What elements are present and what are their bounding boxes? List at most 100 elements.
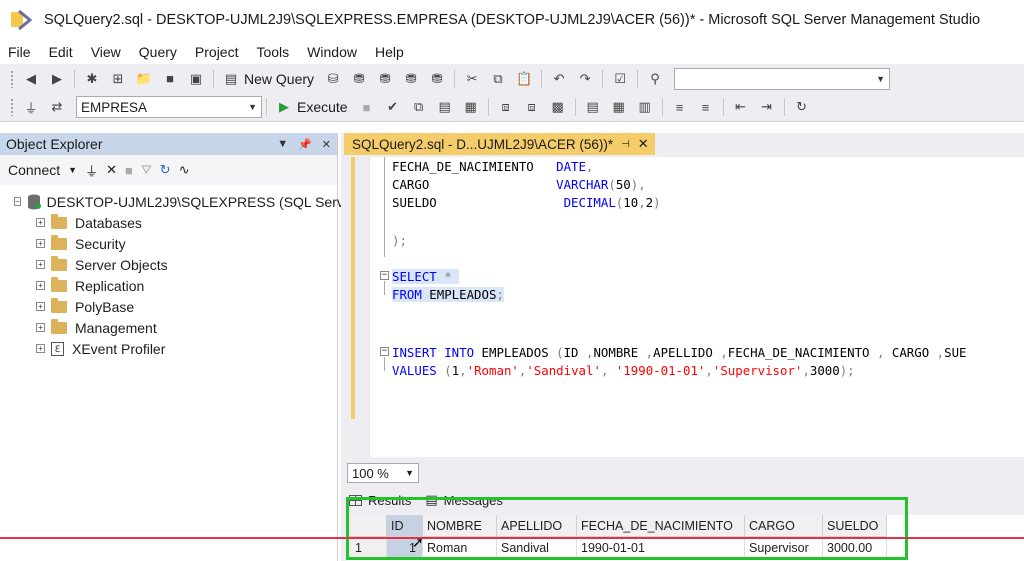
collapse-icon[interactable]: − — [380, 271, 389, 280]
expand-icon[interactable]: + — [36, 239, 45, 248]
expand-icon[interactable]: + — [36, 344, 45, 353]
query-designer-icon[interactable]: ▤ — [436, 98, 454, 116]
decrease-indent-icon[interactable]: ⇤ — [732, 98, 750, 116]
toolbar-grip[interactable] — [10, 98, 14, 116]
xmla-query-icon[interactable]: ⛃ — [402, 70, 420, 88]
toolbar-separator — [213, 69, 214, 88]
execute-button[interactable]: Execute — [297, 99, 348, 115]
database-query-icon[interactable]: ⛁ — [324, 70, 342, 88]
tree-node-xevent-profiler[interactable]: + ℇ XEvent Profiler — [0, 338, 337, 359]
object-tree: − DESKTOP-UJML2J9\SQLEXPRESS (SQL Server… — [0, 185, 356, 359]
client-stats-icon[interactable]: ▩ — [549, 98, 567, 116]
display-plan-icon[interactable]: ⧉ — [410, 98, 428, 116]
back-icon[interactable]: ◀ — [22, 70, 40, 88]
new-query-button[interactable]: New Query — [244, 71, 314, 87]
collapse-icon[interactable]: − — [380, 347, 389, 356]
pin-icon[interactable]: 📌 — [298, 138, 312, 151]
object-explorer-header: Object Explorer ▼ 📌 ✕ — [0, 133, 337, 155]
tree-node-label: Management — [75, 319, 157, 336]
tree-node-server-objects[interactable]: + Server Objects — [0, 254, 337, 275]
chevron-down-icon: ▼ — [248, 102, 257, 112]
expand-icon[interactable]: + — [36, 260, 45, 269]
menu-file[interactable]: File — [0, 44, 40, 60]
execute-icon[interactable]: ▶ — [275, 98, 293, 116]
live-stats-icon[interactable]: ⧈ — [523, 98, 541, 116]
menu-view[interactable]: View — [82, 44, 130, 60]
tab-label: SQLQuery2.sql - D...UJML2J9\ACER (56))* — [352, 136, 614, 152]
activity-monitor-icon[interactable]: ☑ — [611, 70, 629, 88]
results-to-file-icon[interactable]: ▥ — [636, 98, 654, 116]
menu-project[interactable]: Project — [186, 44, 248, 60]
copy-icon[interactable]: ⧉ — [489, 70, 507, 88]
redo-icon[interactable]: ↷ — [576, 70, 594, 88]
close-icon[interactable]: ✕ — [322, 138, 331, 151]
new-project-icon[interactable]: ✱ — [83, 70, 101, 88]
dax-query-icon[interactable]: ⛃ — [428, 70, 446, 88]
refresh-icon[interactable]: ↻ — [160, 162, 171, 178]
filter-icon[interactable]: ⛛ — [141, 162, 152, 178]
comment-icon[interactable]: ≡ — [671, 98, 689, 116]
tree-node-replication[interactable]: + Replication — [0, 275, 337, 296]
results-highlight-box — [346, 497, 908, 560]
increase-indent-icon[interactable]: ⇥ — [758, 98, 776, 116]
results-to-text-icon[interactable]: ▤ — [584, 98, 602, 116]
stop-icon[interactable]: ■ — [125, 163, 133, 178]
toolbar-separator — [74, 69, 75, 88]
zoom-combo[interactable]: 100 % ▼ — [347, 463, 419, 483]
expand-icon[interactable]: + — [36, 323, 45, 332]
tree-node-polybase[interactable]: + PolyBase — [0, 296, 337, 317]
find-combo[interactable]: ▼ — [674, 67, 891, 90]
code-line: FECHA_DE_NACIMIENTO DATE, — [392, 159, 594, 174]
change-connection-icon[interactable]: ⇄ — [48, 98, 66, 116]
menu-help[interactable]: Help — [366, 44, 413, 60]
toolbar-grip[interactable] — [10, 69, 14, 88]
menu-window[interactable]: Window — [298, 44, 366, 60]
specify-values-icon[interactable]: ↻ — [793, 98, 811, 116]
mdx-query-icon[interactable]: ⛃ — [350, 70, 368, 88]
tree-node-label: Replication — [75, 277, 145, 294]
tree-node-management[interactable]: + Management — [0, 317, 337, 338]
stop-icon[interactable]: ■ — [358, 98, 376, 116]
results-grid-icon[interactable]: ▦ — [610, 98, 628, 116]
pin-icon[interactable]: ⊣ — [621, 139, 630, 150]
save-all-icon[interactable]: ▣ — [187, 70, 205, 88]
outline-line — [384, 357, 385, 371]
include-plan-icon[interactable]: ⧈ — [497, 98, 515, 116]
find-icon[interactable]: ⚲ — [646, 70, 664, 88]
close-icon[interactable]: ✕ — [638, 136, 649, 152]
sql-code-editor[interactable]: FECHA_DE_NACIMIENTO DATE, CARGO VARCHAR(… — [369, 157, 1024, 457]
tree-node-security[interactable]: + Security — [0, 233, 337, 254]
connect-icon[interactable]: ⏚ — [22, 98, 40, 116]
uncomment-icon[interactable]: ≡ — [697, 98, 715, 116]
disconnect-icon[interactable]: ✕ — [106, 162, 117, 178]
menu-tools[interactable]: Tools — [247, 44, 298, 60]
connect-button[interactable]: Connect — [8, 162, 60, 178]
dmx-query-icon[interactable]: ⛃ — [376, 70, 394, 88]
connect-plug-icon[interactable]: ⏚ — [85, 161, 98, 180]
tree-node-server[interactable]: − DESKTOP-UJML2J9\SQLEXPRESS (SQL Server — [0, 191, 356, 212]
expand-icon[interactable]: + — [36, 281, 45, 290]
cut-icon[interactable]: ✂ — [463, 70, 481, 88]
standard-toolbar: ◀ ▶ ✱ ⊞ 📁 ■ ▣ ▤ New Query ⛁ ⛃ ⛃ ⛃ ⛃ ✂ ⧉ … — [0, 64, 1024, 93]
open-file-icon[interactable]: 📁 — [135, 70, 153, 88]
forward-icon[interactable]: ▶ — [48, 70, 66, 88]
menu-edit[interactable]: Edit — [40, 44, 82, 60]
database-combo[interactable]: EMPRESA ▼ — [76, 96, 262, 118]
parse-icon[interactable]: ✔ — [384, 98, 402, 116]
tree-node-label: Security — [75, 235, 126, 252]
save-icon[interactable]: ■ — [161, 70, 179, 88]
collapse-icon[interactable]: − — [14, 197, 21, 206]
expand-icon[interactable]: + — [36, 218, 45, 227]
undo-icon[interactable]: ↶ — [550, 70, 568, 88]
tree-node-databases[interactable]: + Databases — [0, 212, 337, 233]
chevron-down-icon[interactable]: ▼ — [68, 165, 77, 175]
window-position-icon[interactable]: ▼ — [277, 138, 288, 151]
add-item-icon[interactable]: ⊞ — [109, 70, 127, 88]
results-to-grid-icon[interactable]: ▦ — [462, 98, 480, 116]
paste-icon[interactable]: 📋 — [515, 70, 533, 88]
expand-icon[interactable]: + — [36, 302, 45, 311]
menu-query[interactable]: Query — [130, 44, 186, 60]
tab-sqlquery2[interactable]: SQLQuery2.sql - D...UJML2J9\ACER (56))* … — [344, 133, 655, 155]
new-query-icon[interactable]: ▤ — [222, 70, 240, 88]
activity-icon[interactable]: ∿ — [179, 162, 190, 178]
